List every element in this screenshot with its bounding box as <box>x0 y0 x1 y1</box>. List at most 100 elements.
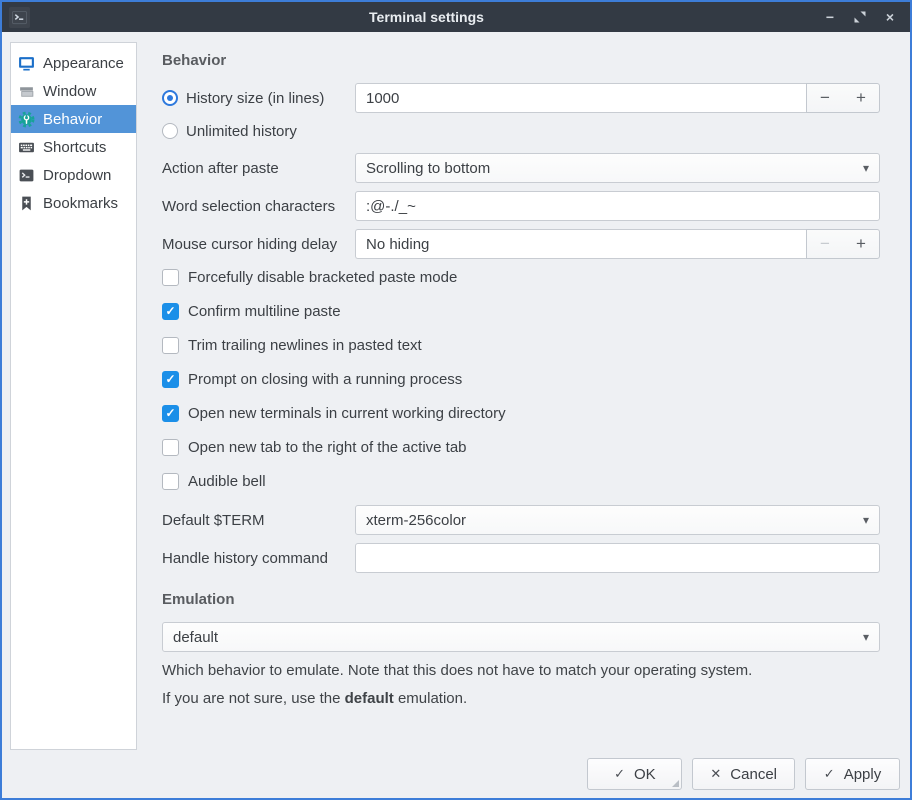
check-icon: ✓ <box>165 305 175 317</box>
unlimited-history-label: Unlimited history <box>186 123 297 140</box>
checkbox-row-audible-bell[interactable]: Audible bell <box>162 471 880 491</box>
checkbox-checked-icon: ✓ <box>162 371 179 388</box>
window-controls: − × <box>823 10 903 24</box>
emulation-row: default ▾ <box>162 622 880 652</box>
checkbox-row-open-tab-right[interactable]: Open new tab to the right of the active … <box>162 437 880 457</box>
unlimited-history-radio <box>162 123 178 139</box>
checkbox-row-confirm-multiline-paste[interactable]: ✓ Confirm multiline paste <box>162 301 880 321</box>
keyboard-icon <box>18 139 35 156</box>
help-text-suffix: emulation. <box>394 690 467 707</box>
cancel-button[interactable]: ✕ Cancel <box>692 758 795 790</box>
ok-button[interactable]: ✓ OK <box>587 758 682 790</box>
mouse-hiding-decrement-button: − <box>807 230 843 258</box>
checkbox-label: Open new terminals in current working di… <box>188 405 506 422</box>
checkbox-unchecked-icon <box>162 439 179 456</box>
terminal-app-icon <box>9 7 30 28</box>
action-after-paste-row: Action after paste Scrolling to bottom ▾ <box>162 153 880 183</box>
sidebar-item-appearance[interactable]: Appearance <box>11 49 136 77</box>
display-icon <box>18 55 35 72</box>
checkbox-checked-icon: ✓ <box>162 405 179 422</box>
sidebar-item-dropdown[interactable]: Dropdown <box>11 161 136 189</box>
minimize-button[interactable]: − <box>823 10 837 24</box>
default-term-select[interactable]: xterm-256color ▾ <box>355 505 880 535</box>
word-selection-label: Word selection characters <box>162 198 355 215</box>
history-size-decrement-button[interactable]: − <box>807 84 843 112</box>
behavior-panel: Behavior History size (in lines) − + <box>162 32 880 708</box>
dialog-footer: ✓ OK ✕ Cancel ✓ Apply <box>587 758 900 790</box>
behavior-section-heading: Behavior <box>162 52 880 69</box>
history-size-radio-row[interactable]: History size (in lines) <box>162 90 355 107</box>
mouse-hiding-spinbox: − + <box>355 229 880 259</box>
handle-history-input[interactable] <box>355 543 880 573</box>
emulation-select[interactable]: default ▾ <box>162 622 880 652</box>
checkbox-row-prompt-on-closing[interactable]: ✓ Prompt on closing with a running proce… <box>162 369 880 389</box>
default-term-label: Default $TERM <box>162 512 355 529</box>
close-button[interactable]: × <box>883 10 897 24</box>
history-size-spin-buttons: − + <box>806 83 880 113</box>
emulation-help-text-1: Which behavior to emulate. Note that thi… <box>162 661 880 680</box>
default-term-value: xterm-256color <box>366 512 466 529</box>
titlebar: Terminal settings − × <box>2 2 910 32</box>
mouse-hiding-input[interactable] <box>355 229 806 259</box>
sidebar-item-label: Shortcuts <box>43 139 106 156</box>
sidebar-item-behavior[interactable]: Behavior <box>11 105 136 133</box>
checkbox-label: Trim trailing newlines in pasted text <box>188 337 422 354</box>
checkbox-label: Open new tab to the right of the active … <box>188 439 467 456</box>
checkbox-row-open-in-cwd[interactable]: ✓ Open new terminals in current working … <box>162 403 880 423</box>
mouse-hiding-label: Mouse cursor hiding delay <box>162 236 355 253</box>
checkbox-label: Forcefully disable bracketed paste mode <box>188 269 457 286</box>
sidebar-item-bookmarks[interactable]: Bookmarks <box>11 189 136 217</box>
sidebar-item-label: Dropdown <box>43 167 111 184</box>
action-after-paste-select[interactable]: Scrolling to bottom ▾ <box>355 153 880 183</box>
restore-button[interactable] <box>853 10 867 24</box>
checkbox-row-trim-newlines[interactable]: Trim trailing newlines in pasted text <box>162 335 880 355</box>
help-text-bold: default <box>345 690 394 707</box>
unlimited-history-radio-row[interactable]: Unlimited history <box>162 121 880 141</box>
checkbox-label: Prompt on closing with a running process <box>188 371 462 388</box>
apply-button[interactable]: ✓ Apply <box>805 758 900 790</box>
dialog-body: Appearance Window <box>2 32 910 798</box>
sidebar-item-label: Window <box>43 83 96 100</box>
emulation-help-text-2: If you are not sure, use the default emu… <box>162 689 880 708</box>
cross-icon: ✕ <box>710 766 721 782</box>
apply-button-label: Apply <box>844 766 882 783</box>
history-size-label: History size (in lines) <box>186 90 324 107</box>
word-selection-input[interactable] <box>355 191 880 221</box>
bookmark-icon <box>18 195 35 212</box>
emulation-value: default <box>173 629 218 646</box>
default-term-row: Default $TERM xterm-256color ▾ <box>162 505 880 535</box>
default-button-grip <box>672 780 679 787</box>
terminal-settings-window: Terminal settings − × <box>0 0 912 800</box>
sidebar-item-shortcuts[interactable]: Shortcuts <box>11 133 136 161</box>
history-size-input[interactable] <box>355 83 806 113</box>
action-after-paste-value: Scrolling to bottom <box>366 160 490 177</box>
check-icon: ✓ <box>824 766 835 782</box>
chevron-down-icon: ▾ <box>863 513 869 527</box>
history-size-radio <box>162 90 178 106</box>
mouse-hiding-spin-buttons: − + <box>806 229 880 259</box>
handle-history-label: Handle history command <box>162 550 355 567</box>
emulation-section-heading: Emulation <box>162 591 880 608</box>
checkbox-label: Audible bell <box>188 473 266 490</box>
chevron-down-icon: ▾ <box>863 161 869 175</box>
chevron-down-icon: ▾ <box>863 630 869 644</box>
checkbox-unchecked-icon <box>162 269 179 286</box>
sidebar-item-window[interactable]: Window <box>11 77 136 105</box>
behavior-checkbox-group: Forcefully disable bracketed paste mode … <box>162 267 880 491</box>
mouse-hiding-increment-button[interactable]: + <box>843 230 879 258</box>
sidebar-item-label: Appearance <box>43 55 124 72</box>
settings-sidebar: Appearance Window <box>10 42 137 750</box>
sidebar-item-label: Bookmarks <box>43 195 118 212</box>
checkbox-checked-icon: ✓ <box>162 303 179 320</box>
check-icon: ✓ <box>165 373 175 385</box>
action-after-paste-label: Action after paste <box>162 160 355 177</box>
history-size-increment-button[interactable]: + <box>843 84 879 112</box>
checkbox-unchecked-icon <box>162 473 179 490</box>
terminal-icon <box>18 167 35 184</box>
check-icon: ✓ <box>614 766 625 782</box>
restore-icon <box>854 11 866 23</box>
checkbox-row-bracketed-paste[interactable]: Forcefully disable bracketed paste mode <box>162 267 880 287</box>
mouse-hiding-row: Mouse cursor hiding delay − + <box>162 229 880 259</box>
ok-button-label: OK <box>634 766 656 783</box>
handle-history-row: Handle history command <box>162 543 880 573</box>
